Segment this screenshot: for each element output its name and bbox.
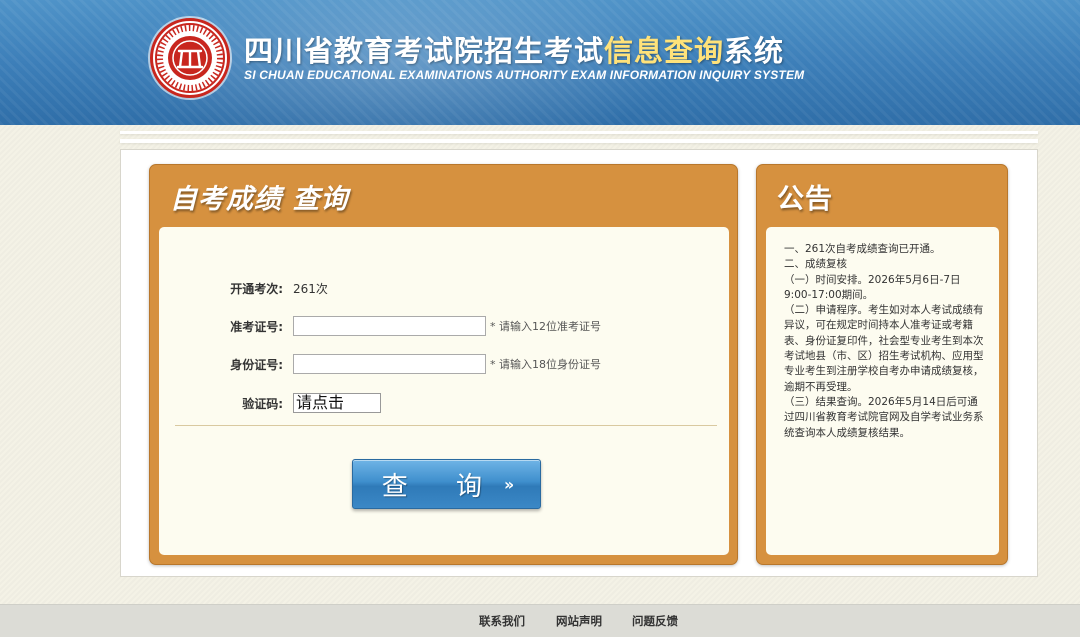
admission-hint: * 请输入12位准考证号 [490,320,601,333]
site-footer: 联系我们 网站声明 问题反馈 [0,604,1080,637]
id-number-input[interactable] [293,354,486,374]
notice-line: （一）时间安排。2026年5月6日-7日9:00-17:00期间。 [784,273,961,301]
footer-link-feedback[interactable]: 问题反馈 [632,613,678,629]
id-label: 身份证号: [230,357,283,372]
query-button[interactable]: 查 询 ›› [352,459,541,509]
site-subtitle: SI CHUAN EDUCATIONAL EXAMINATIONS AUTHOR… [244,68,805,82]
notice-line: （三）结果查询。2026年5月14日后可通过四川省教育考试院官网及自学考试业务系… [784,395,984,439]
session-label: 开通考次: [230,281,283,296]
captcha-row: 验证码: 请点击 [159,392,381,414]
panel-title: 自考成绩 查询 [170,184,349,215]
admission-number-input[interactable] [293,316,486,336]
id-row: 身份证号: * 请输入18位身份证号 [159,353,601,375]
double-chevron-right-icon: ›› [504,474,514,494]
captcha-box[interactable]: 请点击 [293,393,381,413]
captcha-label: 验证码: [242,396,283,411]
footer-link-statement[interactable]: 网站声明 [556,613,602,629]
notice-title: 公告 [777,184,833,215]
site-title-highlight: 信息查询 [604,34,725,68]
admission-row: 准考证号: * 请输入12位准考证号 [159,315,601,337]
session-row: 开通考次: 261次 [159,277,328,299]
site-header: 四川省教育考试院招生考试信息查询系统 SI CHUAN EDUCATIONAL … [0,0,1080,125]
footer-link-contact[interactable]: 联系我们 [479,613,525,629]
notice-line: 二、成绩复核 [784,258,847,271]
site-title-end: 系统 [724,34,785,68]
notice-line: （二）申请程序。考生如对本人考试成绩有异议，可在规定时间持本人准考证或考籍表、身… [784,304,984,393]
notice-panel: 公告 一、261次自考成绩查询已开通。 二、成绩复核 （一）时间安排。2026年… [756,164,1008,565]
notice-line: 一、261次自考成绩查询已开通。 [784,243,941,255]
site-title-main: 四川省教育考试院招生考试 [244,34,605,68]
admission-label: 准考证号: [230,319,283,334]
site-title: 四川省教育考试院招生考试信息查询系统 [244,28,784,70]
notice-body: 一、261次自考成绩查询已开通。 二、成绩复核 （一）时间安排。2026年5月6… [766,227,999,555]
query-button-label: 查 询 [381,471,503,502]
notice-text: 一、261次自考成绩查询已开通。 二、成绩复核 （一）时间安排。2026年5月6… [784,242,984,441]
query-form: 开通考次: 261次 准考证号: * 请输入12位准考证号 身份证号: * 请输… [159,227,729,555]
top-stripe [120,139,1038,143]
top-stripe [120,131,1038,134]
form-divider [175,425,717,426]
id-hint: * 请输入18位身份证号 [490,358,601,371]
session-value: 261次 [293,281,328,296]
score-query-panel: 自考成绩 查询 开通考次: 261次 准考证号: * 请输入12位准考证号 身份… [149,164,738,565]
seal-logo-icon [150,18,230,98]
